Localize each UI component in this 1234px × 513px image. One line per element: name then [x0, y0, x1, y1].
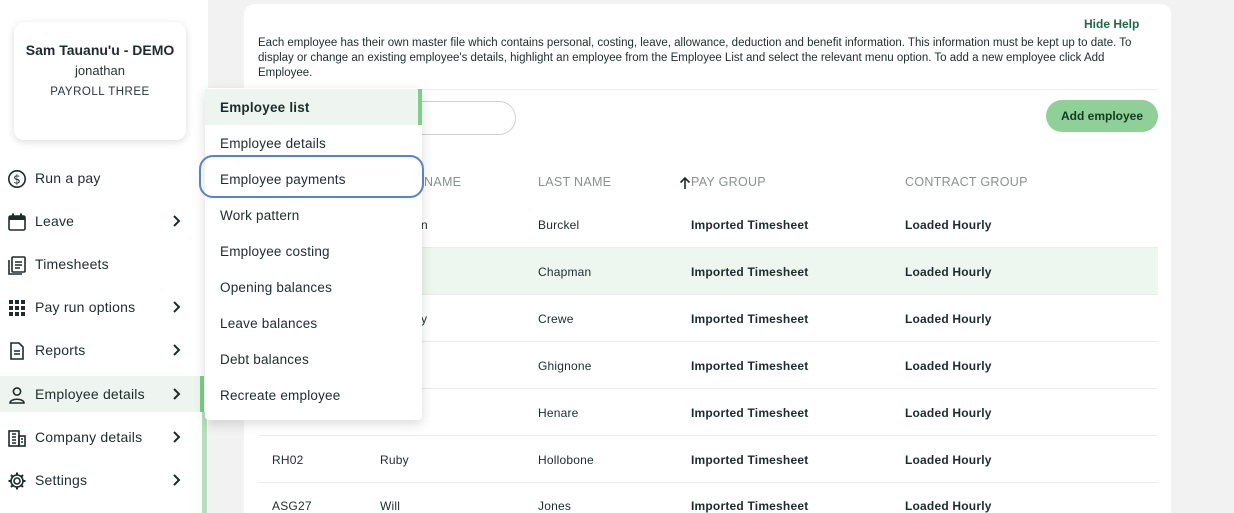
- table-row[interactable]: RH02 Ruby Hollobone Imported Timesheet L…: [258, 436, 1158, 483]
- contract-group-cell: Loaded Hourly: [905, 359, 992, 373]
- last-name-cell: Crewe: [538, 312, 574, 326]
- last-name-cell: Henare: [538, 406, 579, 420]
- menu-item-employee-payments[interactable]: Employee payments: [205, 161, 422, 197]
- hide-help-link[interactable]: Hide Help: [1084, 17, 1139, 31]
- last-name-cell: Ghignone: [538, 359, 592, 373]
- employee-code-cell: ASG27: [272, 499, 312, 513]
- employee-code-cell: RH02: [272, 453, 304, 467]
- company-name: PAYROLL THREE: [50, 86, 150, 98]
- nav-employee-details[interactable]: Employee details: [0, 376, 200, 412]
- first-name-cell: Will: [380, 499, 401, 513]
- chevron-icon[interactable]: [6, 0, 16, 4]
- contract-group-cell: Loaded Hourly: [905, 218, 992, 232]
- chevron-right-icon: [173, 474, 181, 486]
- svg-text:$: $: [13, 173, 21, 187]
- building-icon: [8, 430, 26, 447]
- chevron-right-icon: [173, 215, 181, 227]
- active-indicator: [200, 376, 204, 412]
- user-name: Sam Tauanu'u - DEMO: [25, 42, 175, 58]
- contract-group-cell: Loaded Hourly: [905, 265, 992, 279]
- dollar-circle-icon: $: [8, 170, 26, 188]
- nav-run-a-pay[interactable]: $ Run a pay: [0, 160, 200, 196]
- contract-group-cell: Loaded Hourly: [905, 453, 992, 467]
- nav-timesheets[interactable]: Timesheets: [0, 246, 200, 282]
- person-icon: [9, 387, 25, 404]
- nav-pay-run-options[interactable]: Pay run options: [0, 289, 200, 325]
- table-row[interactable]: ASG27 Will Jones Imported Timesheet Load…: [258, 482, 1158, 513]
- column-header-first-name[interactable]: NAME: [424, 175, 461, 189]
- employee-details-submenu: Employee list Employee details Employee …: [205, 88, 422, 420]
- pay-group-cell: Imported Timesheet: [691, 406, 809, 420]
- help-text: Each employee has their own master file …: [258, 37, 1132, 79]
- nav-leave[interactable]: Leave: [0, 203, 200, 239]
- chevron-right-icon: [173, 431, 181, 443]
- sidebar: Sam Tauanu'u - DEMO jonathan PAYROLL THR…: [0, 0, 208, 513]
- nav-label: Employee details: [35, 386, 145, 402]
- grid-icon: [9, 300, 25, 316]
- nav-reports[interactable]: Reports: [0, 332, 200, 368]
- calendar-icon: [8, 213, 26, 231]
- pay-group-cell: Imported Timesheet: [691, 359, 809, 373]
- nav-company-details[interactable]: Company details: [0, 419, 200, 455]
- pay-group-cell: Imported Timesheet: [691, 499, 809, 513]
- user-card: Sam Tauanu'u - DEMO jonathan PAYROLL THR…: [14, 22, 186, 140]
- first-name-cell: Ruby: [380, 453, 409, 467]
- report-icon: [10, 342, 24, 360]
- menu-item-debt-balances[interactable]: Debt balances: [205, 341, 422, 377]
- nav-label: Run a pay: [35, 170, 101, 186]
- nav-label: Settings: [35, 472, 88, 488]
- nav-label: Reports: [35, 342, 86, 358]
- pay-group-cell: Imported Timesheet: [691, 312, 809, 326]
- chevron-right-icon: [173, 301, 181, 313]
- first-name-cell: n: [421, 218, 428, 232]
- nav-label: Timesheets: [35, 256, 109, 272]
- nav-label: Leave: [35, 213, 75, 229]
- contract-group-cell: Loaded Hourly: [905, 312, 992, 326]
- chevron-right-icon: [173, 344, 181, 356]
- nav-settings[interactable]: Settings: [0, 462, 200, 498]
- menu-item-employee-costing[interactable]: Employee costing: [205, 233, 422, 269]
- submenu-rail: [202, 412, 207, 513]
- menu-item-leave-balances[interactable]: Leave balances: [205, 305, 422, 341]
- menu-item-work-pattern[interactable]: Work pattern: [205, 197, 422, 233]
- menu-item-recreate-employee[interactable]: Recreate employee: [205, 377, 422, 413]
- nav-label: Company details: [35, 429, 143, 445]
- column-header-contract-group[interactable]: CONTRACT GROUP: [905, 175, 1028, 189]
- add-employee-button[interactable]: Add employee: [1046, 100, 1158, 132]
- last-name-cell: Jones: [538, 499, 572, 513]
- menu-item-employee-list[interactable]: Employee list: [205, 89, 422, 125]
- pay-group-cell: Imported Timesheet: [691, 265, 809, 279]
- menu-item-opening-balances[interactable]: Opening balances: [205, 269, 422, 305]
- user-login: jonathan: [75, 63, 125, 78]
- menu-item-employee-details[interactable]: Employee details: [205, 125, 422, 161]
- last-name-cell: Burckel: [538, 218, 580, 232]
- column-header-last-name[interactable]: LAST NAME: [538, 175, 611, 189]
- last-name-cell: Chapman: [538, 265, 592, 279]
- last-name-cell: Hollobone: [538, 453, 594, 467]
- sort-up-arrow-icon[interactable]: [679, 176, 691, 190]
- nav-label: Pay run options: [35, 299, 136, 315]
- contract-group-cell: Loaded Hourly: [905, 499, 992, 513]
- contract-group-cell: Loaded Hourly: [905, 406, 992, 420]
- pay-group-cell: Imported Timesheet: [691, 453, 809, 467]
- pay-group-cell: Imported Timesheet: [691, 218, 809, 232]
- gear-icon: [8, 472, 26, 490]
- chevron-right-icon: [173, 388, 181, 400]
- timesheet-icon: [8, 256, 26, 275]
- column-header-pay-group[interactable]: PAY GROUP: [691, 175, 766, 189]
